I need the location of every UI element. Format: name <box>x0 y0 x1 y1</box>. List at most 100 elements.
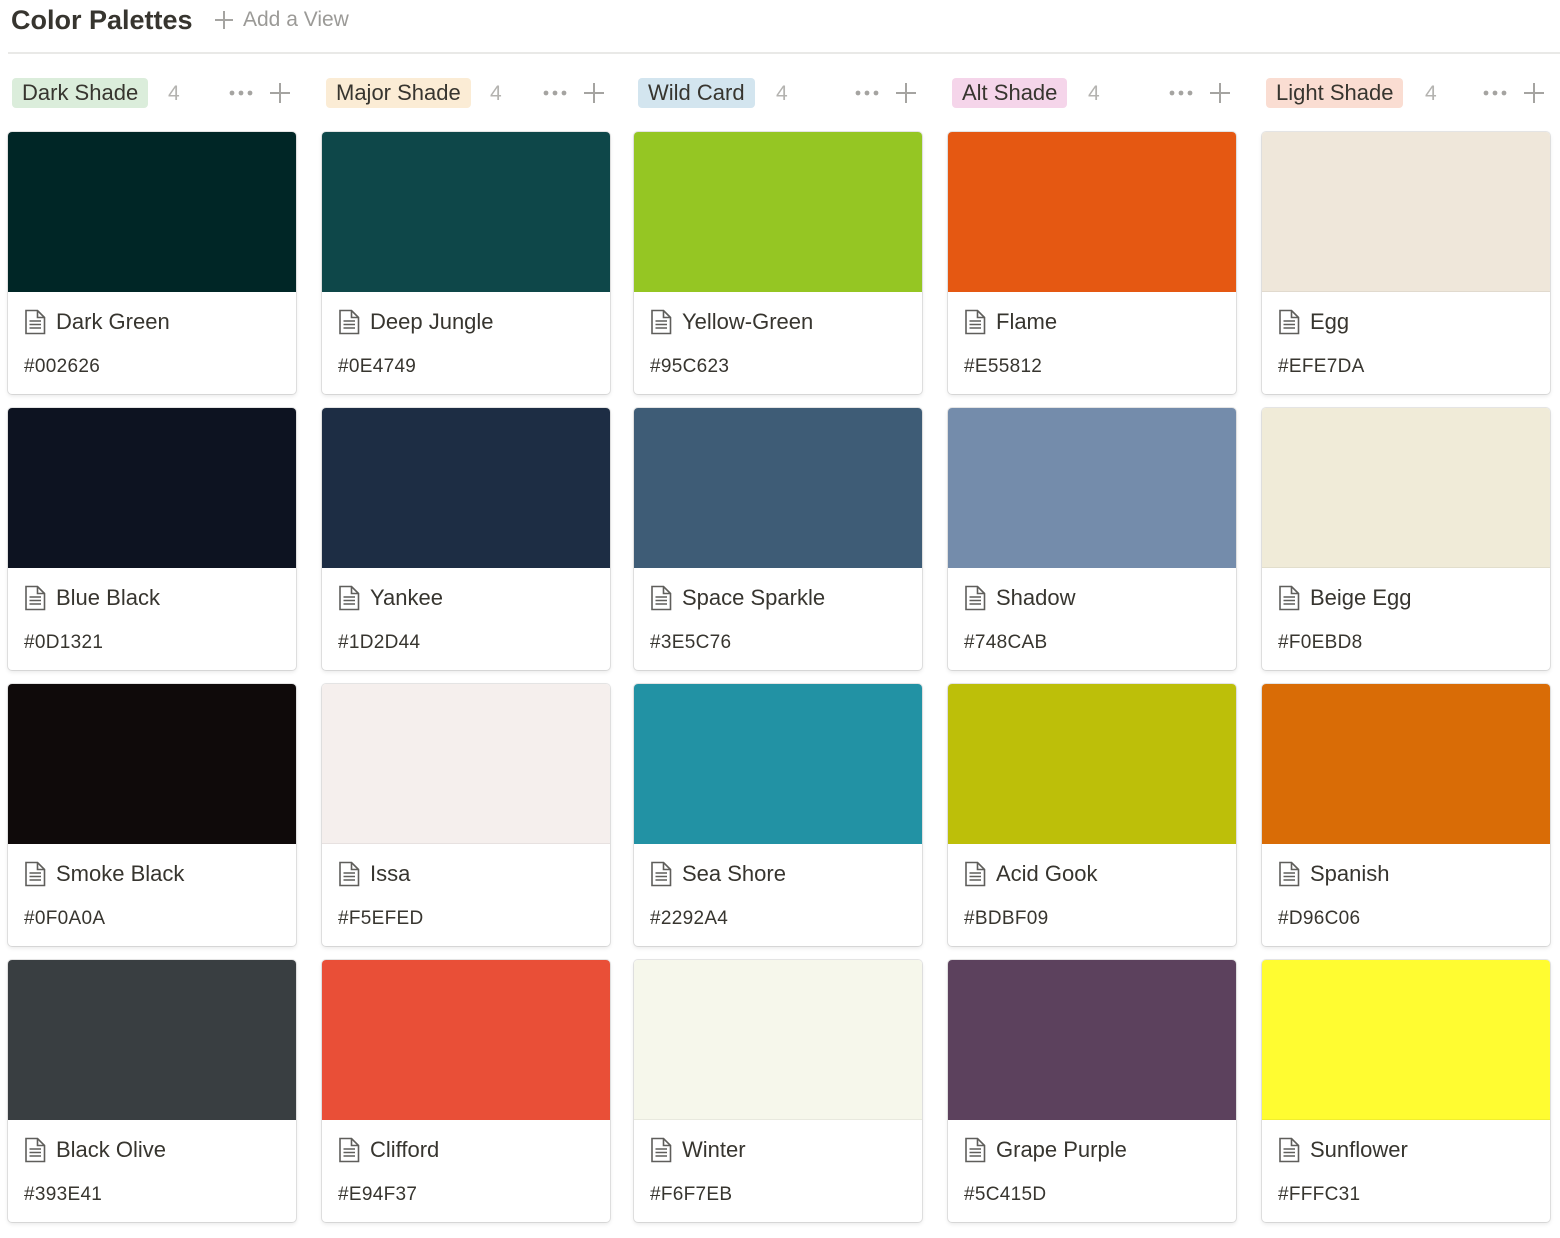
page-icon <box>650 585 672 611</box>
card-title-row: Shadow <box>964 580 1076 616</box>
page-title: Color Palettes <box>11 5 193 35</box>
color-swatch <box>322 960 610 1120</box>
color-card[interactable]: Shadow #748CAB <box>948 408 1236 670</box>
add-card-icon[interactable] <box>1208 81 1232 105</box>
header-divider <box>8 52 1560 54</box>
card-hex-code: #E94F37 <box>338 1184 418 1205</box>
group-count: 4 <box>490 82 502 105</box>
card-title-row: Beige Egg <box>1278 580 1412 616</box>
page-icon <box>964 1137 986 1163</box>
card-title-row: Egg <box>1278 304 1349 340</box>
color-swatch <box>948 132 1236 292</box>
card-title-row: Spanish <box>1278 856 1390 892</box>
page-icon <box>24 585 46 611</box>
color-card[interactable]: Deep Jungle #0E4749 <box>322 132 610 394</box>
color-card[interactable]: Winter #F6F7EB <box>634 960 922 1222</box>
color-swatch <box>948 408 1236 568</box>
card-hex-code: #1D2D44 <box>338 632 421 653</box>
page-icon <box>338 309 360 335</box>
card-name: Yellow-Green <box>682 309 814 334</box>
page-icon <box>964 585 986 611</box>
color-card[interactable]: Beige Egg #F0EBD8 <box>1262 408 1550 670</box>
card-name: Black Olive <box>56 1137 167 1162</box>
card-title-row: Sea Shore <box>650 856 786 892</box>
card-name: Egg <box>1310 309 1350 334</box>
more-options-icon[interactable] <box>228 83 254 103</box>
group-tag[interactable]: Light Shade <box>1266 78 1404 108</box>
color-card[interactable]: Sea Shore #2292A4 <box>634 684 922 946</box>
card-name: Yankee <box>370 585 443 610</box>
column-header: Light Shade 4 <box>1262 77 1552 109</box>
add-card-icon[interactable] <box>1522 81 1546 105</box>
color-card[interactable]: Yankee #1D2D44 <box>322 408 610 670</box>
page-icon <box>964 309 986 335</box>
card-name: Beige Egg <box>1310 585 1412 610</box>
color-card[interactable]: Sunflower #FFFC31 <box>1262 960 1550 1222</box>
page-icon <box>650 309 672 335</box>
color-card[interactable]: Spanish #D96C06 <box>1262 684 1550 946</box>
page-icon <box>1278 861 1300 887</box>
color-card[interactable]: Smoke Black #0F0A0A <box>8 684 296 946</box>
color-card[interactable]: Yellow-Green #95C623 <box>634 132 922 394</box>
card-hex-code: #002626 <box>24 356 101 377</box>
card-title-row: Yankee <box>338 580 443 616</box>
group-count: 4 <box>168 82 180 105</box>
color-card[interactable]: Acid Gook #BDBF09 <box>948 684 1236 946</box>
card-hex-code: #2292A4 <box>650 908 729 929</box>
card-name: Winter <box>682 1137 746 1162</box>
more-options-icon[interactable] <box>854 83 880 103</box>
card-name: Acid Gook <box>996 861 1098 886</box>
page-icon <box>650 1137 672 1163</box>
color-swatch <box>1262 408 1550 568</box>
card-title-row: Grape Purple <box>964 1132 1127 1168</box>
card-name: Spanish <box>1310 861 1390 886</box>
column-header: Alt Shade 4 <box>948 77 1238 109</box>
card-hex-code: #95C623 <box>650 356 730 377</box>
page-header: Color Palettes Add a View <box>0 0 1560 54</box>
card-name: Issa <box>370 861 411 886</box>
card-name: Sea Shore <box>682 861 786 886</box>
card-name: Sunflower <box>1310 1137 1408 1162</box>
card-title-row: Space Sparkle <box>650 580 825 616</box>
group-tag[interactable]: Alt Shade <box>952 78 1068 108</box>
card-hex-code: #F6F7EB <box>650 1184 733 1205</box>
group-tag[interactable]: Dark Shade <box>12 78 149 108</box>
card-name: Dark Green <box>56 309 170 334</box>
column-header: Major Shade 4 <box>322 77 612 109</box>
card-hex-code: #BDBF09 <box>964 908 1049 929</box>
color-card[interactable]: Space Sparkle #3E5C76 <box>634 408 922 670</box>
card-title-row: Clifford <box>338 1132 439 1168</box>
color-card[interactable]: Egg #EFE7DA <box>1262 132 1550 394</box>
more-options-icon[interactable] <box>1482 83 1508 103</box>
add-card-icon[interactable] <box>894 81 918 105</box>
page-icon <box>338 861 360 887</box>
color-swatch <box>634 960 922 1120</box>
card-hex-code: #D96C06 <box>1278 908 1361 929</box>
page-icon <box>338 1137 360 1163</box>
color-card[interactable]: Issa #F5EFED <box>322 684 610 946</box>
color-card[interactable]: Flame #E55812 <box>948 132 1236 394</box>
card-title-row: Flame <box>964 304 1057 340</box>
card-hex-code: #F0EBD8 <box>1278 632 1363 653</box>
page-icon <box>1278 585 1300 611</box>
color-card[interactable]: Grape Purple #5C415D <box>948 960 1236 1222</box>
add-card-icon[interactable] <box>268 81 292 105</box>
card-name: Deep Jungle <box>370 309 494 334</box>
card-hex-code: #0E4749 <box>338 356 417 377</box>
add-card-icon[interactable] <box>582 81 606 105</box>
more-options-icon[interactable] <box>1168 83 1194 103</box>
color-swatch <box>1262 684 1550 844</box>
card-title-row: Blue Black <box>24 580 160 616</box>
card-hex-code: #748CAB <box>964 632 1048 653</box>
color-card[interactable]: Clifford #E94F37 <box>322 960 610 1222</box>
group-tag[interactable]: Major Shade <box>326 78 471 108</box>
add-view-button[interactable]: Add a View <box>213 2 349 38</box>
card-hex-code: #0D1321 <box>24 632 104 653</box>
page-icon <box>1278 309 1300 335</box>
color-card[interactable]: Blue Black #0D1321 <box>8 408 296 670</box>
color-card[interactable]: Dark Green #002626 <box>8 132 296 394</box>
more-options-icon[interactable] <box>542 83 568 103</box>
color-card[interactable]: Black Olive #393E41 <box>8 960 296 1222</box>
group-tag[interactable]: Wild Card <box>638 78 755 108</box>
card-title-row: Yellow-Green <box>650 304 813 340</box>
